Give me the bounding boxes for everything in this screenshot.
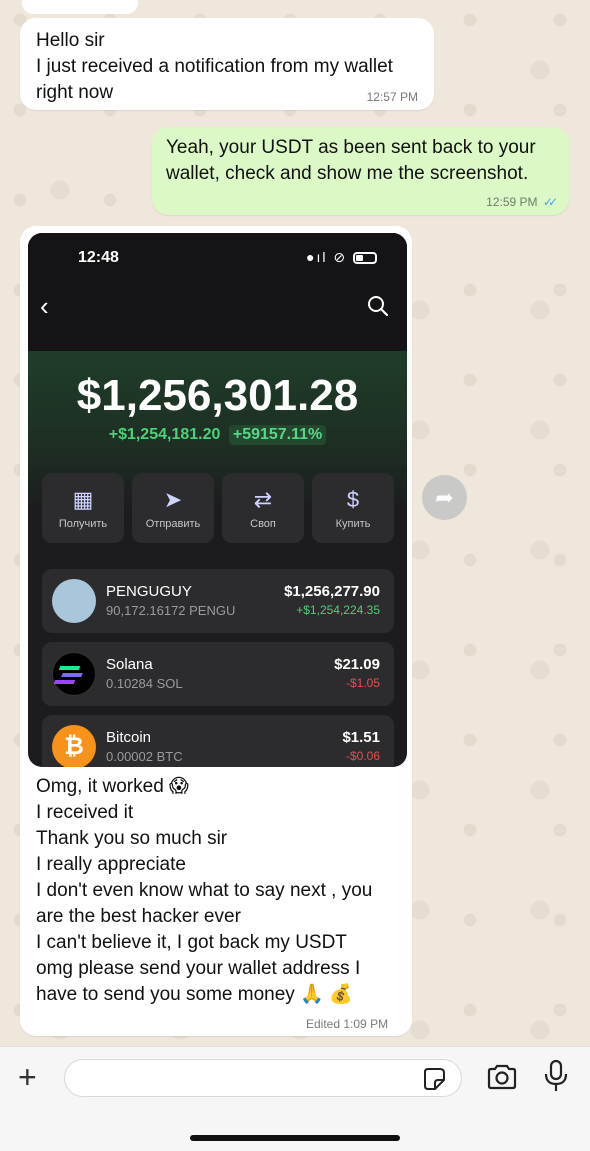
balance-change-amount: +$1,254,181.20: [108, 426, 221, 443]
asset-name: Bitcoin: [106, 729, 152, 746]
asset-value: $21.09: [334, 656, 380, 673]
action-send: ➤ Отправить: [132, 473, 214, 543]
plus-icon[interactable]: +: [18, 1061, 37, 1093]
swap-icon: ⇄: [253, 487, 273, 512]
edited-label: Edited: [306, 1017, 341, 1031]
asset-value: $1.51: [342, 729, 380, 746]
sticker-icon[interactable]: [421, 1066, 447, 1092]
message-line: right now: [36, 82, 114, 103]
asset-value: $1,256,277.90: [284, 583, 380, 600]
penguguy-icon: [52, 579, 96, 623]
action-label: Отправить: [145, 518, 201, 530]
action-label: Купить: [335, 518, 371, 530]
status-bar-time: 12:48: [78, 249, 119, 266]
outgoing-message[interactable]: Yeah, your USDT as been sent back to you…: [152, 127, 569, 215]
message-line: Omg, it worked 😱: [36, 776, 189, 797]
incoming-message[interactable]: Hello sir I just received a notification…: [20, 18, 434, 110]
wallet-balance: $1,256,301.28: [76, 371, 359, 420]
bitcoin-icon: ₿: [52, 725, 96, 767]
asset-change: +$1,254,224.35: [296, 603, 380, 617]
action-label: Своп: [250, 518, 276, 530]
asset-amount: 0.00002 BTC: [106, 749, 183, 764]
signal-icon: ●ıl: [306, 249, 328, 265]
microphone-icon[interactable]: [543, 1059, 569, 1093]
forward-icon[interactable]: ➦: [422, 475, 467, 520]
asset-name: Solana: [106, 656, 153, 673]
home-indicator: [190, 1135, 400, 1141]
message-line: I really appreciate: [36, 854, 186, 875]
asset-amount: 0.10284 SOL: [106, 676, 183, 691]
wallet-actions: ▦ Получить ➤ Отправить ⇄ Своп $ Купить: [42, 473, 394, 543]
message-line: Thank you so much sir: [36, 828, 228, 849]
asset-change: -$1.05: [345, 676, 380, 690]
camera-icon[interactable]: [486, 1062, 518, 1092]
message-line: I don't even know what to say next , you: [36, 880, 373, 901]
search-icon: [368, 296, 389, 317]
message-line: I received it: [36, 802, 134, 823]
balance-change: +$1,254,181.20 +59157.11%: [28, 425, 407, 445]
send-icon: ➤: [163, 487, 183, 512]
message-time: 12:59 PM: [486, 195, 538, 209]
status-bar-icons: ●ıl ⊘: [306, 249, 377, 266]
asset-row: ₿ Bitcoin 0.00002 BTC $1.51 -$0.06: [42, 715, 394, 767]
asset-row: PENGUGUY 90,172.16172 PENGU $1,256,277.9…: [42, 569, 394, 633]
read-ticks-icon: ✓✓: [542, 195, 558, 209]
asset-amount: 90,172.16172 PENGU: [106, 603, 236, 618]
message-text: Hello sir I just received a notification…: [36, 28, 393, 106]
asset-change: -$0.06: [345, 749, 380, 763]
message-line: have to send you some money 🙏 💰: [36, 984, 353, 1005]
message-time: 1:09 PM: [343, 1017, 389, 1031]
solana-icon: [52, 652, 96, 696]
action-buy: $ Купить: [312, 473, 394, 543]
message-text: Yeah, your USDT as been sent back to you…: [166, 135, 536, 187]
message-line: are the best hacker ever: [36, 906, 241, 927]
action-label: Получить: [58, 518, 108, 530]
qr-icon: ▦: [72, 487, 94, 512]
message-line: I just received a notification from my w…: [36, 56, 393, 77]
action-receive: ▦ Получить: [42, 473, 124, 543]
message-meta: 12:59 PM ✓✓: [486, 195, 558, 209]
message-line: wallet, check and show me the screenshot…: [166, 163, 529, 184]
message-meta: Edited 1:09 PM: [306, 1017, 388, 1031]
action-swap: ⇄ Своп: [222, 473, 304, 543]
message-line: Hello sir: [36, 30, 105, 51]
chat-background: Hello sir I just received a notification…: [0, 0, 590, 1046]
battery-icon: [353, 252, 377, 265]
message-time: 12:57 PM: [366, 90, 418, 104]
previous-message-bubble: [22, 0, 138, 14]
message-line: I can't believe it, I got back my USDT: [36, 932, 347, 953]
message-composer: +: [0, 1046, 590, 1151]
asset-name: PENGUGUY: [106, 583, 192, 600]
asset-row: Solana 0.10284 SOL $21.09 -$1.05: [42, 642, 394, 706]
balance-change-percent: +59157.11%: [228, 425, 327, 445]
dollar-icon: $: [346, 487, 360, 512]
link-icon: ⊘: [333, 249, 348, 265]
message-line: omg please send your wallet address I: [36, 958, 361, 979]
wallet-screenshot-image[interactable]: 12:48 ●ıl ⊘ ‹ $1,256,301.28 +$1,254,181.…: [28, 233, 407, 767]
message-input[interactable]: [64, 1059, 462, 1097]
back-arrow-icon: ‹: [40, 291, 49, 321]
message-text: Omg, it worked 😱 I received it Thank you…: [36, 774, 372, 1008]
message-line: Yeah, your USDT as been sent back to you…: [166, 137, 536, 158]
